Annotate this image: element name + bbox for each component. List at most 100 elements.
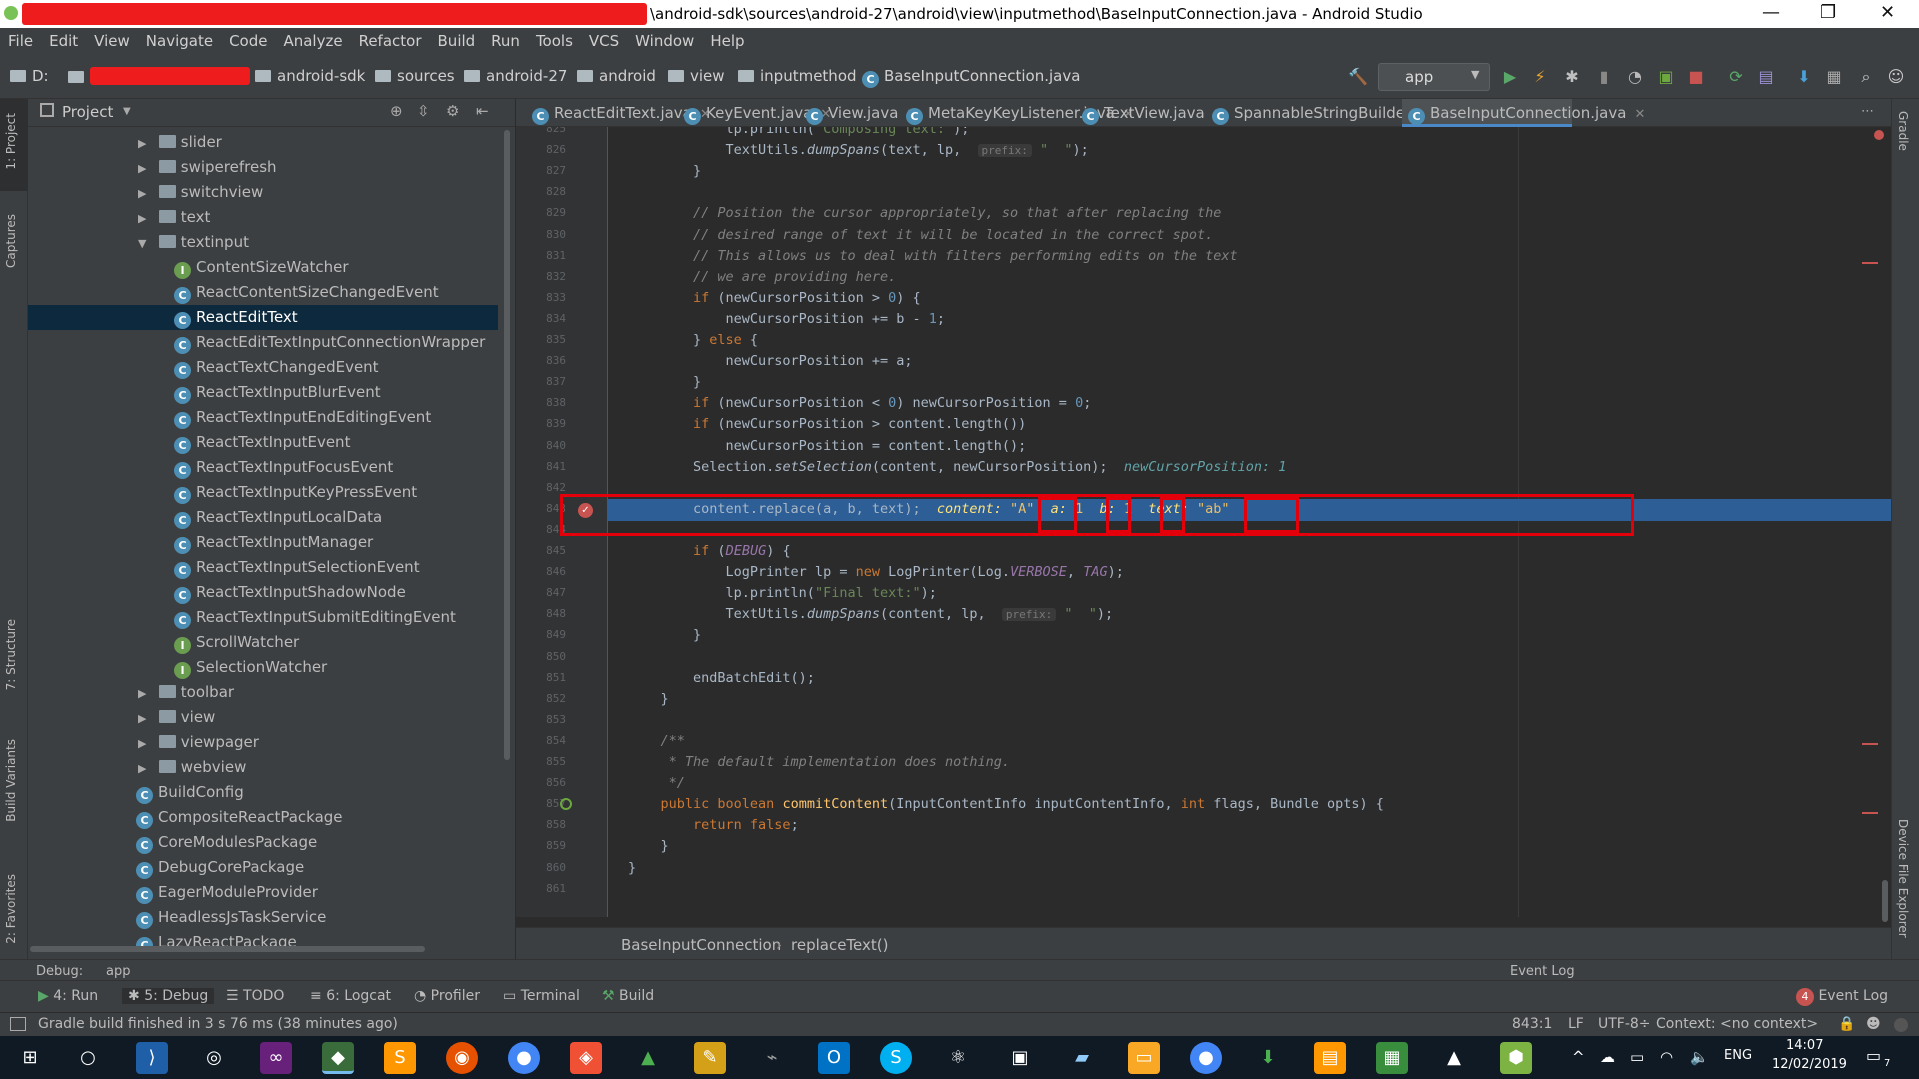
tree-item[interactable]: C CompositeReactPackage bbox=[28, 805, 498, 830]
firefox-icon[interactable]: ◉ bbox=[446, 1042, 478, 1074]
collapse-all-icon[interactable]: ⇳ bbox=[417, 102, 430, 120]
tree-item[interactable]: C ReactTextInputFocusEvent bbox=[28, 455, 498, 480]
code-line[interactable]: } bbox=[628, 372, 701, 393]
volume-icon[interactable]: 🔈 bbox=[1690, 1048, 1709, 1066]
tool-profiler[interactable]: ◔ Profiler bbox=[414, 988, 480, 1004]
sync-icon[interactable]: ⟳ bbox=[1726, 67, 1746, 87]
code-line[interactable]: endBatchEdit(); bbox=[628, 668, 815, 689]
code-line[interactable]: if (newCursorPosition > 0) { bbox=[628, 288, 921, 309]
menu-build[interactable]: Build bbox=[430, 28, 484, 50]
tree-item[interactable]: C BuildConfig bbox=[28, 780, 498, 805]
tool-event-log[interactable]: 4 Event Log bbox=[1796, 988, 1888, 1006]
breadcrumb-item[interactable]: android-27 bbox=[464, 67, 567, 85]
code-line[interactable]: return false; bbox=[628, 815, 799, 836]
tree-scrollbar[interactable] bbox=[504, 130, 510, 760]
tree-item[interactable]: ▼ textinput bbox=[28, 230, 498, 255]
tree-item[interactable]: C ReactTextInputLocalData bbox=[28, 505, 498, 530]
run-config-select[interactable]: app ▼ bbox=[1378, 63, 1490, 91]
code-line[interactable]: LogPrinter lp = new LogPrinter(Log.VERBO… bbox=[628, 562, 1124, 583]
tool-windows-toggle-icon[interactable] bbox=[10, 1017, 26, 1031]
editor-tab[interactable]: CView.java✕ bbox=[800, 99, 917, 127]
tree-item[interactable]: I ContentSizeWatcher bbox=[28, 255, 498, 280]
tabs-overflow-icon[interactable]: ⋯ bbox=[1861, 104, 1874, 119]
chrome-profile-icon[interactable]: ● bbox=[1190, 1042, 1222, 1074]
breadcrumb-method[interactable]: replaceText() bbox=[791, 936, 888, 954]
clock-time[interactable]: 14:07 bbox=[1786, 1038, 1823, 1053]
editor-tab[interactable]: C BaseInputConnection.java ✕ bbox=[1402, 99, 1645, 127]
tree-item[interactable]: ▶ swiperefresh bbox=[28, 155, 498, 180]
code-line[interactable]: } bbox=[628, 836, 669, 857]
expand-arrow-icon[interactable]: ▼ bbox=[138, 231, 154, 256]
virtualbox-icon[interactable]: ▣ bbox=[1004, 1042, 1036, 1074]
menu-help[interactable]: Help bbox=[702, 28, 752, 50]
code-line[interactable]: } bbox=[628, 161, 701, 182]
outlook-icon[interactable]: O bbox=[818, 1042, 850, 1074]
menu-navigate[interactable]: Navigate bbox=[138, 28, 221, 50]
menu-analyze[interactable]: Analyze bbox=[275, 28, 350, 50]
search-icon[interactable]: ⌕ bbox=[1856, 67, 1876, 87]
editor-scrollbar[interactable] bbox=[1882, 880, 1888, 922]
code-line[interactable]: TextUtils.dumpSpans(content, lp, prefix:… bbox=[628, 604, 1114, 625]
tree-item[interactable]: C ReactTextInputEndEditingEvent bbox=[28, 405, 498, 430]
close-button[interactable]: ✕ bbox=[1880, 2, 1895, 23]
code-line[interactable]: lp.println("Final text:"); bbox=[628, 583, 937, 604]
tool-tab-captures[interactable]: Captures bbox=[4, 214, 18, 268]
project-structure-icon[interactable]: ▦ bbox=[1824, 67, 1844, 87]
code-line[interactable]: newCursorPosition += b - 1; bbox=[628, 309, 945, 330]
debug-icon[interactable]: ✱ bbox=[1562, 67, 1582, 87]
tree-item[interactable]: C ReactTextInputSelectionEvent bbox=[28, 555, 498, 580]
turtle-icon[interactable]: ⌁ bbox=[756, 1042, 788, 1074]
apply-changes-icon[interactable]: ⚡ bbox=[1530, 67, 1550, 87]
debug-config[interactable]: app bbox=[106, 964, 130, 979]
menu-refactor[interactable]: Refactor bbox=[351, 28, 430, 50]
context-indicator[interactable]: Context: <no context> bbox=[1656, 1016, 1818, 1032]
code-line[interactable]: if (DEBUG) { bbox=[628, 541, 791, 562]
spreadsheet-icon[interactable]: ▦ bbox=[1376, 1042, 1408, 1074]
tool-debug[interactable]: ✱ 5: Debug bbox=[122, 988, 215, 1004]
menu-file[interactable]: File bbox=[0, 28, 41, 50]
tool-run[interactable]: ▶ 4: Run bbox=[38, 988, 98, 1004]
git-icon[interactable]: ◈ bbox=[570, 1042, 602, 1074]
expand-arrow-icon[interactable]: ▶ bbox=[138, 756, 154, 781]
tree-item[interactable]: C ReactContentSizeChangedEvent bbox=[28, 280, 498, 305]
tool-tab-structure[interactable]: 7: Structure bbox=[4, 619, 18, 690]
chevron-down-icon[interactable]: ▼ bbox=[123, 106, 131, 117]
editor-tab[interactable]: C KeyEvent.java ✕ bbox=[678, 99, 831, 127]
scroll-marker[interactable] bbox=[1862, 262, 1878, 264]
attach-debugger-icon[interactable]: ▣ bbox=[1656, 67, 1676, 87]
tool-build[interactable]: ⚒ Build bbox=[602, 988, 654, 1004]
tree-item[interactable]: ▶ toolbar bbox=[28, 680, 498, 705]
tree-item[interactable]: C ReactTextInputShadowNode bbox=[28, 580, 498, 605]
code-line[interactable]: } else { bbox=[628, 330, 758, 351]
tree-item[interactable]: ▶ text bbox=[28, 205, 498, 230]
line-separator[interactable]: LF bbox=[1568, 1016, 1584, 1032]
minimize-button[interactable]: — bbox=[1762, 2, 1780, 23]
tray-chevron-icon[interactable]: ^ bbox=[1572, 1048, 1585, 1066]
tool-logcat[interactable]: ≡ 6: Logcat bbox=[310, 988, 391, 1004]
breadcrumb-item[interactable]: inputmethod bbox=[738, 67, 857, 85]
tree-item[interactable]: C ReactEditTextInputConnectionWrapper bbox=[28, 330, 498, 355]
document-icon[interactable]: ▤ bbox=[1314, 1042, 1346, 1074]
android-studio-taskbar-icon[interactable]: ◆ bbox=[322, 1042, 354, 1074]
coverage-icon[interactable]: ▮ bbox=[1594, 67, 1614, 87]
code-line[interactable]: Selection.setSelection(content, newCurso… bbox=[628, 457, 1286, 478]
code-line[interactable]: * The default implementation does nothin… bbox=[628, 752, 1010, 773]
code-line[interactable]: // desired range of text it will be loca… bbox=[628, 225, 1213, 246]
editor-tab[interactable]: C MetaKeyKeyListener.java ✕ bbox=[900, 99, 1134, 127]
tree-item[interactable]: I ScrollWatcher bbox=[28, 630, 498, 655]
tree-item[interactable]: C EagerModuleProvider bbox=[28, 880, 498, 905]
clock-date[interactable]: 12/02/2019 bbox=[1772, 1057, 1847, 1072]
code-line[interactable]: public boolean commitContent(InputConten… bbox=[628, 794, 1384, 815]
error-indicator-icon[interactable] bbox=[1874, 130, 1884, 140]
tree-item[interactable]: C ReactTextInputEvent bbox=[28, 430, 498, 455]
breadcrumb-item[interactable]: android-sdk bbox=[255, 67, 365, 85]
profile-icon[interactable]: ◔ bbox=[1625, 67, 1645, 87]
chrome-icon[interactable]: ● bbox=[508, 1042, 540, 1074]
menu-code[interactable]: Code bbox=[221, 28, 275, 50]
expand-arrow-icon[interactable]: ▶ bbox=[138, 731, 154, 756]
tree-hscrollbar[interactable] bbox=[30, 946, 425, 952]
vscode-icon[interactable]: ⟩ bbox=[136, 1042, 168, 1074]
action-center-icon[interactable]: ▭ bbox=[1866, 1046, 1881, 1065]
code-line[interactable]: } bbox=[628, 858, 636, 879]
code-line[interactable]: if (newCursorPosition < 0) newCursorPosi… bbox=[628, 393, 1091, 414]
